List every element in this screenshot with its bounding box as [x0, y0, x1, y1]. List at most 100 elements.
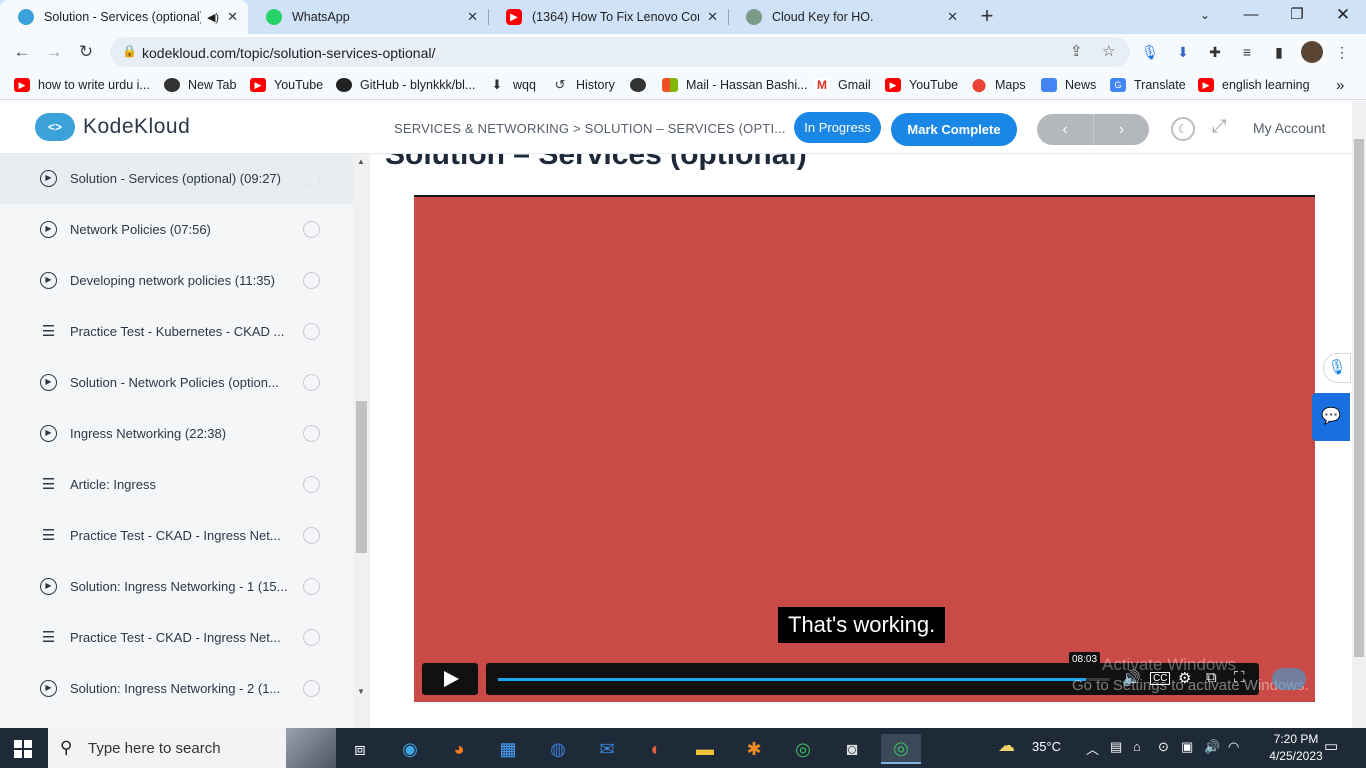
close-window-button[interactable]: ✕ [1320, 0, 1366, 30]
lesson-item[interactable]: ▶ Network Policies (07:56) [0, 204, 353, 255]
new-tab-button[interactable]: + [976, 4, 998, 30]
mark-complete-button[interactable]: Mark Complete [891, 113, 1017, 146]
microphone-extension-icon[interactable]: 🎙 [1140, 42, 1160, 62]
bookmark-item[interactable]: ↺ History [552, 76, 615, 94]
bookmark-item[interactable]: M Gmail [814, 76, 871, 94]
search-placeholder[interactable]: Type here to search [88, 740, 221, 757]
network-tray-icon[interactable]: ⌂ [1133, 739, 1141, 754]
dark-mode-moon-icon[interactable]: ☾ [1171, 117, 1195, 141]
lesson-completion-circle-icon[interactable] [303, 578, 320, 595]
bookmark-item[interactable]: New Tab [164, 76, 236, 94]
bookmark-item[interactable]: Mail - Hassan Bashi... [662, 76, 808, 94]
mail-icon[interactable]: ✉ [587, 734, 627, 764]
kodekloud-logo[interactable]: <> KodeKloud [35, 113, 190, 141]
lesson-completion-circle-icon[interactable] [303, 374, 320, 391]
lesson-item[interactable]: ▶ Solution: Ingress Networking - 2 (1... [0, 663, 353, 714]
camera-app-icon[interactable]: ◙ [832, 734, 872, 764]
media-control-icon[interactable]: ≡ [1237, 42, 1257, 62]
lesson-item[interactable]: ☰ Practice Test - CKAD - Ingress Net... [0, 612, 353, 663]
download-extension-icon[interactable]: ⬇ [1173, 42, 1193, 62]
close-tab-icon[interactable]: ✕ [707, 9, 718, 25]
lesson-title[interactable]: Developing network policies (11:35) [70, 273, 292, 288]
display-tray-icon[interactable]: ▣ [1181, 739, 1193, 755]
bookmark-star-icon[interactable]: ☆ [1102, 42, 1115, 60]
file-explorer-icon[interactable]: ▬ [685, 734, 725, 764]
weather-temperature[interactable]: 35°C [1032, 739, 1061, 754]
lesson-completion-circle-icon[interactable] [303, 425, 320, 442]
vlc-app-icon[interactable]: ✱ [734, 734, 774, 764]
windows-start-icon[interactable] [14, 740, 32, 758]
back-arrow-icon[interactable]: ← [9, 39, 35, 65]
lesson-title[interactable]: Practice Test - Kubernetes - CKAD ... [70, 324, 292, 339]
task-view-icon[interactable]: ⧈ [340, 734, 380, 764]
wifi-tray-icon[interactable]: ◠ [1228, 739, 1239, 755]
weather-cloud-sun-icon[interactable]: ☁ [998, 736, 1015, 756]
taskbar-search-box[interactable]: ⚲ Type here to search [48, 728, 336, 768]
url-text[interactable]: kodekloud.com/topic/solution-services-op… [142, 45, 435, 61]
share-icon[interactable]: ⇪ [1070, 42, 1083, 60]
lesson-item[interactable]: ▶ Solution: Ingress Networking - 1 (15... [0, 561, 353, 612]
lesson-item[interactable]: ▶ Developing network policies (11:35) [0, 255, 353, 306]
sidebar-scrollbar[interactable]: ▲ ▼ [353, 154, 370, 728]
bookmark-item[interactable] [630, 76, 654, 94]
tab-search-icon[interactable]: ⌄ [1182, 0, 1228, 30]
microphone-tray-icon[interactable]: ⊙ [1158, 739, 1169, 755]
tab-cloud-key[interactable]: Cloud Key for HO. ✕ [728, 0, 968, 34]
bookmark-item[interactable]: ▶ YouTube [885, 76, 958, 94]
lesson-item[interactable]: ☰ Article: Ingress [0, 459, 353, 510]
tab-whatsapp[interactable]: WhatsApp ✕ [248, 0, 488, 34]
lesson-title[interactable]: Article: Ingress [70, 477, 292, 492]
close-tab-icon[interactable]: ✕ [467, 9, 478, 25]
skype-icon[interactable]: ◍ [538, 734, 578, 764]
bookmark-item[interactable]: ▶ YouTube [250, 76, 323, 94]
lesson-completion-circle-icon[interactable] [303, 323, 320, 340]
lesson-title[interactable]: Network Policies (07:56) [70, 222, 292, 237]
page-scroll-thumb[interactable] [1354, 139, 1364, 657]
bookmark-item[interactable]: ▶ how to write urdu i... [14, 76, 150, 94]
bookmark-item[interactable]: ▶ english learning [1198, 76, 1310, 94]
tab-youtube-lenovo[interactable]: ▶ (1364) How To Fix Lenovo Compu ✕ [488, 0, 728, 34]
more-bookmarks-chevron-icon[interactable]: » [1336, 76, 1344, 94]
lesson-item[interactable]: ☰ Practice Test - Kubernetes - CKAD ... [0, 306, 353, 357]
lesson-item[interactable]: ▶ Solution - Services (optional) (09:27) [0, 154, 353, 204]
reload-icon[interactable]: ↻ [73, 39, 99, 65]
edge-browser-icon[interactable]: ◉ [390, 734, 430, 764]
firefox-icon[interactable]: ◕ [439, 734, 479, 764]
show-hidden-icons-chevron-icon[interactable]: ︿ [1086, 739, 1099, 758]
video-progress-track[interactable] [498, 678, 1110, 681]
lesson-completion-circle-icon[interactable] [303, 170, 320, 187]
lesson-title[interactable]: Practice Test - CKAD - Ingress Net... [70, 630, 292, 645]
lesson-title[interactable]: Solution: Ingress Networking - 2 (1... [70, 681, 292, 696]
close-tab-icon[interactable]: ✕ [227, 9, 238, 25]
in-progress-status-button[interactable]: In Progress [794, 112, 881, 143]
next-lesson-button[interactable]: › [1093, 114, 1149, 145]
volume-tray-icon[interactable]: 🔊 [1204, 739, 1220, 755]
menu-kebab-icon[interactable]: ⋮ [1332, 42, 1352, 62]
restore-button[interactable]: ❐ [1274, 0, 1320, 30]
bookmark-item[interactable]: GitHub - blynkkk/bl... [336, 76, 475, 94]
bookmark-item[interactable]: News [1041, 76, 1096, 94]
tab-solution-services[interactable]: Solution - Services (optional) ◀) ✕ [0, 0, 248, 34]
lesson-item[interactable]: ▶ Solution - Network Policies (option... [0, 357, 353, 408]
chrome-active-icon[interactable]: ◎ [881, 734, 921, 764]
page-scrollbar[interactable] [1352, 101, 1366, 728]
lesson-title[interactable]: Ingress Networking (22:38) [70, 426, 292, 441]
bookmark-item[interactable]: ⬤ Maps [971, 76, 1026, 94]
system-clock[interactable]: 7:20 PM 4/25/2023 [1266, 731, 1326, 765]
snail-app-icon[interactable]: ◐ [636, 734, 676, 764]
scroll-down-arrow-icon[interactable]: ▼ [357, 687, 365, 696]
notification-center-icon[interactable]: ▭ [1324, 737, 1338, 755]
lesson-completion-circle-icon[interactable] [303, 221, 320, 238]
lock-icon[interactable]: 🔒 [122, 44, 137, 58]
fullscreen-expand-icon[interactable]: ⤢ [1212, 116, 1226, 137]
chrome-icon[interactable]: ◎ [783, 734, 823, 764]
side-panel-icon[interactable]: ▮ [1269, 42, 1289, 62]
tray-app-icon[interactable]: ▤ [1110, 739, 1122, 755]
sidebar-scroll-thumb[interactable] [356, 401, 367, 553]
lesson-completion-circle-icon[interactable] [303, 527, 320, 544]
my-account-link[interactable]: My Account [1253, 120, 1325, 136]
previous-lesson-button[interactable]: ‹ [1037, 114, 1093, 145]
close-tab-icon[interactable]: ✕ [947, 9, 958, 25]
play-button[interactable] [422, 663, 478, 695]
lesson-title[interactable]: Practice Test - CKAD - Ingress Net... [70, 528, 292, 543]
